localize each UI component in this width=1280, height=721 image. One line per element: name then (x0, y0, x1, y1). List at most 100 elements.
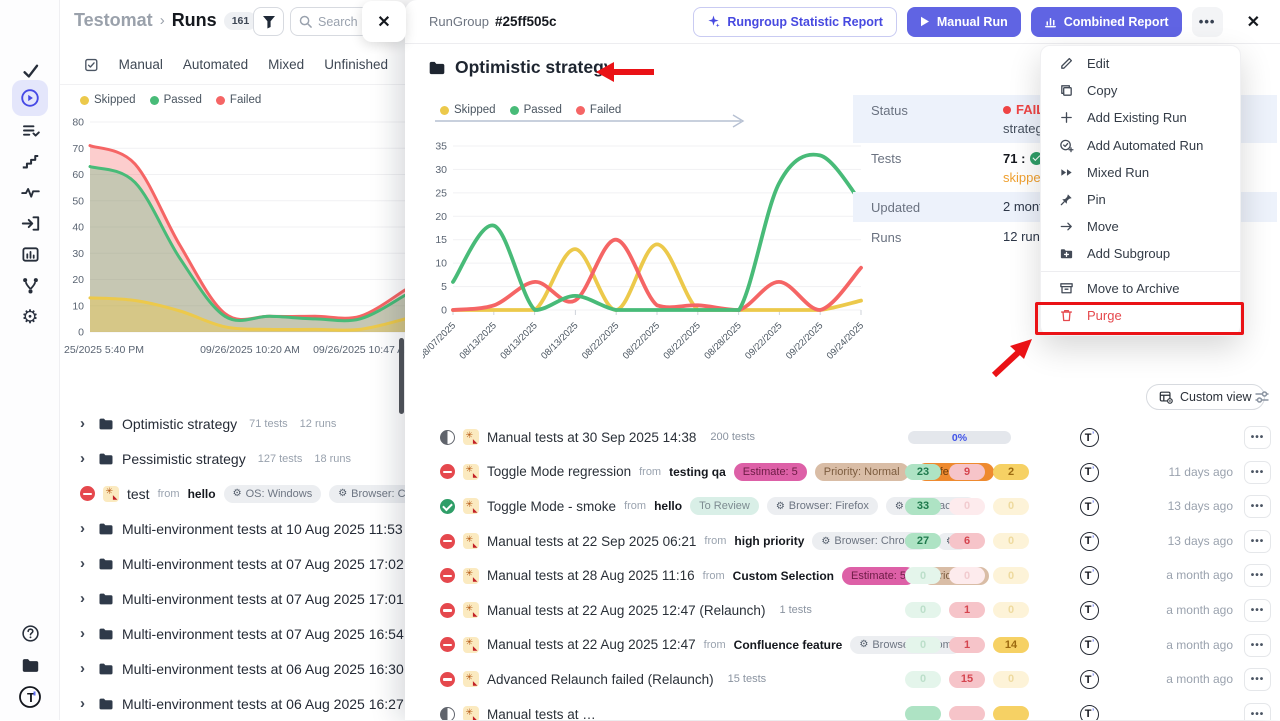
avatar: Tʼ (1080, 532, 1099, 551)
projects-folder-icon[interactable] (12, 647, 48, 683)
row-more-button[interactable]: ••• (1244, 426, 1271, 449)
view-sliders-icon[interactable] (1254, 389, 1270, 405)
row-more-button[interactable]: ••• (1244, 703, 1271, 720)
group-title-row: Optimistic strategy (428, 57, 614, 78)
table-row[interactable]: Advanced Relaunch failed (Relaunch)15 te… (405, 662, 1280, 697)
svg-text:08/28/2025: 08/28/2025 (702, 320, 743, 360)
left-panel-scrollbar[interactable] (399, 338, 404, 414)
svg-text:0: 0 (78, 327, 84, 339)
chevron-right-icon[interactable]: › (80, 695, 90, 712)
table-row[interactable]: Toggle Mode regressionfromtesting qaEsti… (405, 455, 1280, 490)
manual-run-button[interactable]: Manual Run (907, 7, 1021, 37)
result-counts: 000 (905, 567, 1029, 584)
settings-gear-icon[interactable]: ⚙ (12, 299, 48, 335)
count-pill (905, 706, 941, 720)
chevron-right-icon[interactable]: › (80, 450, 90, 467)
legend-failed: Failed (590, 104, 621, 116)
sparkle-icon (463, 464, 479, 480)
branch-icon[interactable] (12, 267, 48, 303)
dialog-close-icon[interactable]: ✕ (1241, 12, 1266, 32)
table-row[interactable]: Manual tests at 30 Sep 2025 14:38200 tes… (405, 420, 1280, 455)
runs-play-icon[interactable] (12, 80, 48, 116)
legend-passed: Passed (164, 94, 202, 106)
row-more-button[interactable]: ••• (1244, 530, 1271, 553)
svg-text:5: 5 (441, 281, 447, 293)
avatar: Tʼ (1080, 601, 1099, 620)
tab-mixed[interactable]: Mixed (268, 57, 304, 72)
failed-status-icon (440, 603, 455, 618)
chevron-right-icon[interactable]: › (80, 415, 90, 432)
legend-passed: Passed (524, 104, 562, 116)
table-row[interactable]: Manual tests at 28 Aug 2025 11:16fromCus… (405, 558, 1280, 593)
tab-automated[interactable]: Automated (183, 57, 248, 72)
result-counts: 3300 (905, 498, 1029, 515)
avatar: Tʼ (1080, 428, 1099, 447)
table-row[interactable]: Manual tests at 22 Sep 2025 06:21fromhig… (405, 524, 1280, 559)
row-more-button[interactable]: ••• (1244, 599, 1271, 622)
summary-label: Runs (871, 229, 1003, 245)
row-more-button[interactable]: ••• (1244, 634, 1271, 657)
table-row[interactable]: Manual tests at …Tʼ••• (405, 697, 1280, 720)
result-counts: 010 (905, 602, 1029, 619)
testomat-logo[interactable]: T (12, 679, 48, 715)
menu-item-add-subgroup[interactable]: Add Subgroup (1041, 240, 1240, 267)
svg-text:09/26/2025 10:20 AM: 09/26/2025 10:20 AM (200, 344, 300, 356)
chevron-right-icon[interactable]: › (80, 625, 90, 642)
table-row[interactable]: Manual tests at 22 Aug 2025 12:47 (Relau… (405, 593, 1280, 628)
row-more-button[interactable]: ••• (1244, 461, 1271, 484)
help-icon[interactable] (12, 615, 48, 651)
summary-label: Updated (871, 199, 1003, 215)
tab-unfinished[interactable]: Unfinished (324, 57, 388, 72)
chevron-right-icon[interactable]: › (80, 660, 90, 677)
tab-manual[interactable]: Manual (119, 57, 163, 72)
menu-item-pin[interactable]: Pin (1041, 186, 1240, 213)
group-name: Multi-environment tests at 07 Aug 2025 1… (122, 626, 404, 642)
search-close-button[interactable]: ✕ (362, 1, 406, 42)
menu-item-edit[interactable]: Edit (1041, 50, 1240, 77)
run-list-icon[interactable] (84, 57, 99, 73)
arrow-right-icon (1057, 219, 1075, 234)
menu-item-move-to-archive[interactable]: Move to Archive (1041, 275, 1240, 302)
table-row[interactable]: Toggle Mode - smokefromhelloTo Review⚙Br… (405, 489, 1280, 524)
run-name: Manual tests at 28 Aug 2025 11:16 (487, 568, 695, 583)
count-pill: 6 (949, 533, 985, 550)
run-timestamp: a month ago (1166, 638, 1233, 652)
menu-item-add-automated-run[interactable]: Add Automated Run (1041, 132, 1240, 159)
folder-icon (98, 556, 114, 572)
chevron-right-icon[interactable]: › (80, 520, 90, 537)
statistic-report-label: Rungroup Statistic Report (727, 15, 883, 29)
failed-dot (216, 96, 225, 105)
statistic-report-button[interactable]: Rungroup Statistic Report (693, 7, 897, 37)
avatar: Tʼ (1080, 497, 1099, 516)
summary-label: Status (871, 102, 1003, 136)
filter-button[interactable] (253, 7, 284, 36)
result-counts: 2392 (905, 464, 1029, 481)
row-more-button[interactable]: ••• (1244, 564, 1271, 587)
menu-item-purge[interactable]: Purge (1041, 302, 1240, 329)
svg-text:35: 35 (435, 141, 447, 153)
menu-item-copy[interactable]: Copy (1041, 77, 1240, 104)
run-name: Manual tests at 22 Sep 2025 06:21 (487, 534, 696, 549)
custom-view-button[interactable]: Custom view (1146, 384, 1265, 410)
menu-item-move[interactable]: Move (1041, 213, 1240, 240)
row-more-button[interactable]: ••• (1244, 495, 1271, 518)
sparkle-icon (463, 533, 479, 549)
menu-item-mixed-run[interactable]: Mixed Run (1041, 159, 1240, 186)
breadcrumb-section[interactable]: Runs (172, 10, 217, 31)
badge-label: Browser: Firefox (789, 500, 869, 512)
chevron-right-icon[interactable]: › (80, 555, 90, 572)
table-row[interactable]: Manual tests at 22 Aug 2025 12:47fromCon… (405, 628, 1280, 663)
tests-count: 200 tests (710, 431, 755, 443)
combined-report-button[interactable]: Combined Report (1031, 7, 1182, 37)
count-pill: 0 (905, 671, 941, 688)
gear-icon: ⚙ (338, 488, 347, 499)
dialog-more-button[interactable]: ••• (1192, 7, 1223, 37)
pin-icon (1057, 192, 1075, 207)
gear-icon: ⚙ (895, 501, 904, 512)
row-more-button[interactable]: ••• (1244, 668, 1271, 691)
chevron-right-icon[interactable]: › (80, 590, 90, 607)
menu-item-add-existing-run[interactable]: Add Existing Run (1041, 104, 1240, 131)
menu-item-label: Mixed Run (1087, 165, 1149, 180)
breadcrumb-app[interactable]: Testomat (74, 10, 153, 31)
svg-text:08/13/2025: 08/13/2025 (458, 320, 499, 360)
